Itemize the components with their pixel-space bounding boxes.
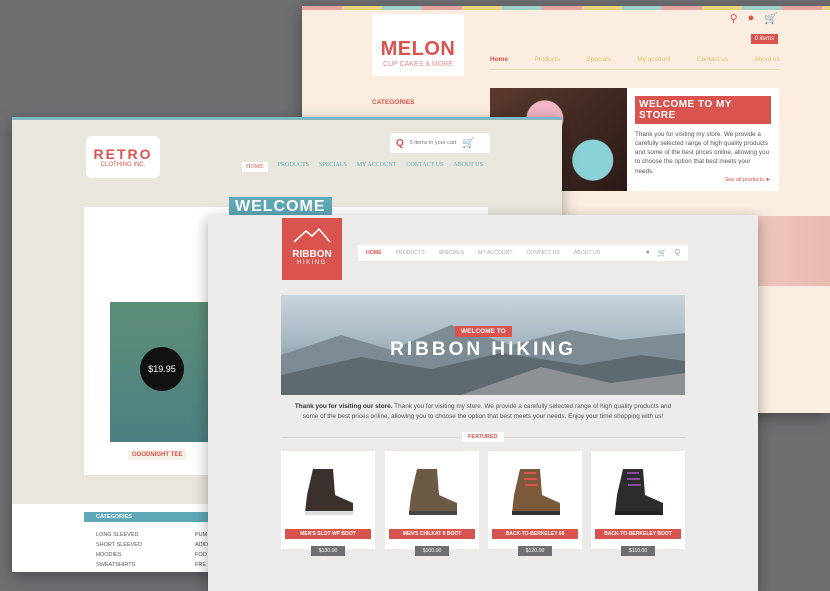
footer-link[interactable]: PUM [195,530,208,540]
nav-products[interactable]: PRODUCTS [396,250,425,256]
nav-contact-us[interactable]: CONTACT US [527,250,560,256]
header-tools: ● 🛒 Q [646,249,688,257]
melon-logo[interactable]: MELON CUP CAKES & MORE [372,14,464,76]
intro-text: Thank you for visiting our store. Thank … [294,403,672,420]
welcome-banner: WELCOME [229,197,332,217]
price-badge: $19.95 [140,347,184,391]
retro-logo[interactable]: RETRO CLOTHING INC. [86,136,160,178]
ribbon-logo[interactable]: RIBBON HIKING [282,218,342,280]
cart-icon[interactable]: 🛒 [658,249,667,257]
nav-products[interactable]: Products [534,56,560,63]
welcome-text: Thank you for visiting my store. We prov… [635,131,770,175]
cart-text: 5 items in your cart [409,140,457,146]
nav-specials[interactable]: Specials [586,56,611,63]
product-card[interactable]: BACK-TO-BERKELEY BOOT [591,451,685,549]
nav-products[interactable]: PRODUCTS [278,162,309,172]
logo-subtitle: CLOTHING INC. [100,162,146,168]
footer-categories-heading: CATEGORIES [96,514,132,520]
nav-about-us[interactable]: ABOUT US [574,250,600,256]
footer-link[interactable]: LONG SLEEVED [96,530,142,540]
main-nav: HOME PRODUCTS SPECIALS MY ACCOUNT CONTAC… [358,245,688,261]
hero-welcome-pill: WELCOME TO [455,326,512,337]
nav-about-us[interactable]: ABOUT US [453,162,483,172]
nav-specials[interactable]: SPECIALS [319,162,347,172]
categories-heading: CATEGORIES [372,99,415,106]
product-price: $130.00 [311,546,345,556]
logo-title: RIBBON [292,249,332,260]
nav-my-account[interactable]: MY ACCOUNT [357,162,397,172]
nav-home[interactable]: HOME [242,162,268,172]
boot-image [409,469,457,515]
product-name[interactable]: BACK-TO-BERKELEY BOOT [595,529,681,539]
ribbon-hiking-window: RIBBON HIKING HOME PRODUCTS SPECIALS MY … [208,215,758,591]
product-price: $110.00 [621,546,655,556]
logo-subtitle: CUP CAKES & MORE [383,61,453,68]
main-nav: HOME PRODUCTS SPECIALS MY ACCOUNT CONTAC… [242,162,483,172]
product-name[interactable]: MEN'S SLOT WP BOOT [285,529,371,539]
product-card[interactable]: MEN'S CHILKAT II BOOT [385,451,479,549]
search-icon[interactable]: Q [396,138,404,149]
nav-contact-us[interactable]: Contact us [697,56,728,63]
top-stripe [302,6,830,10]
footer-category-list: LONG SLEEVED SHORT SLEEVED HOODIES SWEAT… [96,530,142,570]
logo-subtitle: HIKING [297,260,327,266]
product-price: $120.00 [518,546,552,556]
featured-label: FEATURED [462,432,504,442]
product-card[interactable]: BACK-TO-BERKELEY 68 [488,451,582,549]
footer-link[interactable]: FOO [195,550,208,560]
search-icon[interactable]: Q [675,249,680,257]
logo-title: MELON [380,38,456,60]
hero-title: RIBBON HIKING [390,339,576,360]
welcome-title: WELCOME TO MY STORE [635,96,771,124]
main-nav: Home Products Specials My account Contac… [490,56,780,70]
footer-link[interactable]: HOODIES [96,550,142,560]
user-icon[interactable]: ● [646,249,650,257]
nav-about-us[interactable]: About us [754,56,780,63]
cart-icon[interactable]: 🛒 [462,138,474,149]
nav-contact-us[interactable]: CONTACT US [406,162,443,172]
user-icon[interactable]: ● [748,12,755,25]
nav-home[interactable]: HOME [366,250,382,256]
product-card[interactable]: MEN'S SLOT WP BOOT [281,451,375,549]
product-label[interactable]: GOODNIGHT TEE [128,450,187,460]
mountain-icon [293,227,331,243]
boot-image [512,469,560,515]
hero-banner: WELCOME TO RIBBON HIKING [281,295,685,395]
search-cart-bar[interactable]: Q 5 items in your cart 🛒 [390,133,490,153]
cart-count-badge[interactable]: 0 items [750,34,778,44]
logo-title: RETRO [93,146,153,162]
product-name[interactable]: MEN'S CHILKAT II BOOT [389,529,475,539]
see-all-products-link[interactable]: See all products ► [725,177,771,183]
boot-image [615,469,663,515]
product-price: $100.00 [415,546,449,556]
nav-my-account[interactable]: My account [637,56,670,63]
nav-specials[interactable]: SPECIALS [439,250,464,256]
boot-image [305,469,353,515]
footer-link[interactable]: SWEATSHIRTS [96,560,142,570]
footer-link[interactable]: ADID [195,540,208,550]
footer-link[interactable]: FRE [195,560,208,570]
footer-brand-list: PUM ADID FOO FRE [195,530,208,570]
welcome-box: WELCOME TO MY STORE Thank you for visiti… [627,88,779,191]
nav-home[interactable]: Home [490,56,508,63]
product-name[interactable]: BACK-TO-BERKELEY 68 [492,529,578,539]
search-icon[interactable]: ⚲ [730,12,738,25]
cart-icon[interactable]: 🛒 [764,12,778,25]
footer-link[interactable]: SHORT SLEEVED [96,540,142,550]
header-tools: ⚲ ● 🛒 [730,12,778,25]
nav-my-account[interactable]: MY ACCOUNT [478,250,513,256]
